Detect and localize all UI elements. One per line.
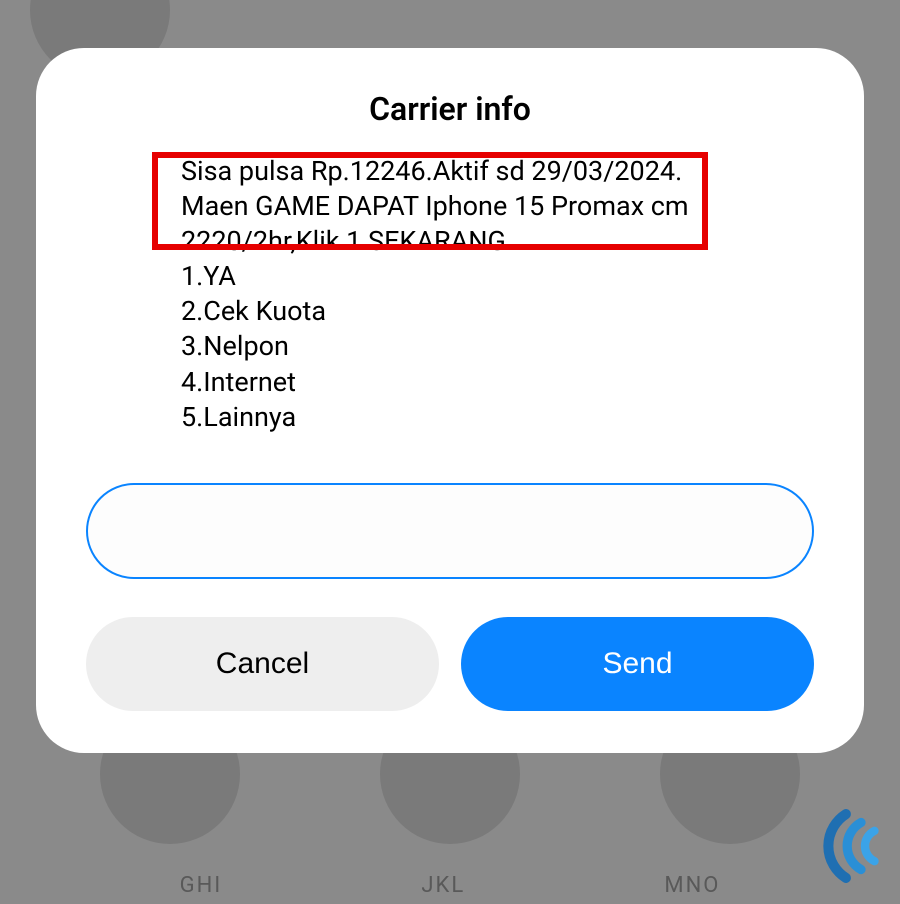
keypad-label-ghi: GHI xyxy=(180,873,223,898)
keypad-label-jkl: JKL xyxy=(421,873,465,898)
dialog-button-row: Cancel Send xyxy=(86,617,814,711)
dialog-title: Carrier info xyxy=(86,90,814,128)
watermark-logo-icon xyxy=(814,804,898,888)
dialog-message: Sisa pulsa Rp.12246.Aktif sd 29/03/2024.… xyxy=(181,154,774,435)
send-button[interactable]: Send xyxy=(461,617,814,711)
ussd-input[interactable] xyxy=(86,483,814,579)
keypad-labels-row: GHI JKL MNO xyxy=(0,873,900,898)
cancel-button[interactable]: Cancel xyxy=(86,617,439,711)
ussd-dialog: Carrier info Sisa pulsa Rp.12246.Aktif s… xyxy=(36,48,864,753)
keypad-label-mno: MNO xyxy=(664,873,720,898)
